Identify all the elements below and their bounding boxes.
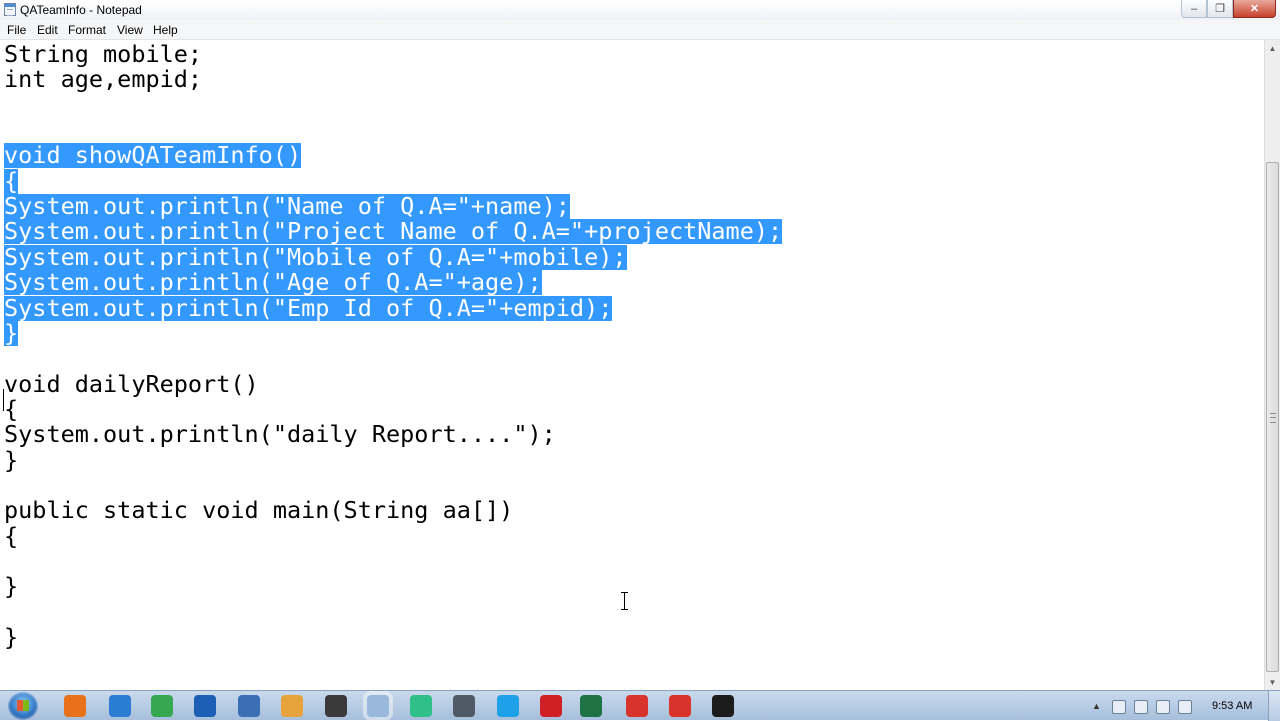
recorder-icon[interactable]	[626, 695, 648, 717]
show-desktop-button[interactable]	[1268, 691, 1280, 721]
maximize-button[interactable]: ❐	[1207, 0, 1233, 18]
scroll-up-button[interactable]: ▲	[1265, 40, 1280, 56]
outlook-icon[interactable]	[194, 695, 216, 717]
action-center-icon[interactable]	[1178, 700, 1192, 714]
notepad-app-icon	[4, 3, 16, 16]
code-line: }	[4, 623, 19, 652]
window-controls: – ❐ ✕	[1181, 0, 1276, 18]
code-line: }	[4, 445, 19, 474]
menu-format[interactable]: Format	[68, 23, 106, 37]
code-line: void showQATeamInfo()	[4, 141, 302, 170]
code-line: System.out.println("Name of Q.A="+name);	[4, 192, 570, 221]
network-icon[interactable]	[1134, 700, 1148, 714]
settings-icon[interactable]	[453, 695, 475, 717]
code-line: System.out.println("Age of Q.A="+age);	[4, 268, 542, 297]
code-line: void dailyReport()	[4, 369, 259, 398]
code-line: {	[4, 166, 19, 195]
menu-file[interactable]: File	[7, 23, 26, 37]
code-line: }	[4, 318, 19, 347]
shield-icon[interactable]	[238, 695, 260, 717]
battery-icon[interactable]	[1156, 700, 1170, 714]
code-line: int age,empid;	[4, 65, 203, 94]
scroll-thumb[interactable]	[1266, 162, 1279, 672]
code-line: System.out.println("Mobile of Q.A="+mobi…	[4, 242, 627, 271]
excel-icon[interactable]	[580, 695, 602, 717]
notepad-icon[interactable]	[367, 695, 389, 717]
window-title: QATeamInfo - Notepad	[20, 3, 142, 17]
code-line: public static void main(String aa[])	[4, 496, 514, 525]
taskbar: ▲ 9:53 AM	[0, 690, 1280, 721]
chrome-icon[interactable]	[151, 695, 173, 717]
skype-icon[interactable]	[497, 695, 519, 717]
volume-icon[interactable]	[1112, 700, 1126, 714]
media-icon[interactable]	[281, 695, 303, 717]
recorder2-icon[interactable]	[669, 695, 691, 717]
menu-view[interactable]: View	[117, 23, 143, 37]
title-bar[interactable]: QATeamInfo - Notepad – ❐ ✕	[0, 0, 1280, 20]
ibeam-cursor-icon	[620, 592, 630, 610]
tray-expand-icon[interactable]: ▲	[1092, 700, 1104, 712]
menu-help[interactable]: Help	[153, 23, 178, 37]
minimize-button[interactable]: –	[1181, 0, 1207, 18]
scroll-down-button[interactable]: ▼	[1265, 674, 1280, 690]
code-line: System.out.println("Project Name of Q.A=…	[4, 217, 783, 246]
ie-icon[interactable]	[109, 695, 131, 717]
code-line: {	[4, 394, 19, 423]
code-line: }	[4, 572, 19, 601]
cmd-icon[interactable]	[712, 695, 734, 717]
menu-bar: File Edit Format View Help	[0, 20, 1280, 40]
vertical-scrollbar[interactable]: ▲ ▼	[1264, 40, 1280, 690]
clock[interactable]: 9:53 AM	[1212, 700, 1252, 712]
code-line: String mobile;	[4, 40, 203, 68]
screen-icon[interactable]	[410, 695, 432, 717]
opera-icon[interactable]	[540, 695, 562, 717]
code-line: System.out.println("Emp Id of Q.A="+empi…	[4, 293, 613, 322]
close-button[interactable]: ✕	[1233, 0, 1276, 18]
firefox-icon[interactable]	[64, 695, 86, 717]
grip-icon	[1270, 413, 1276, 423]
disc-icon[interactable]	[325, 695, 347, 717]
code-line: {	[4, 521, 19, 550]
start-button[interactable]	[8, 692, 38, 720]
menu-edit[interactable]: Edit	[37, 23, 58, 37]
text-editor[interactable]: String mobile; int age,empid; void showQAT…	[0, 40, 1264, 690]
code-line: System.out.println("daily Report....");	[4, 420, 556, 449]
